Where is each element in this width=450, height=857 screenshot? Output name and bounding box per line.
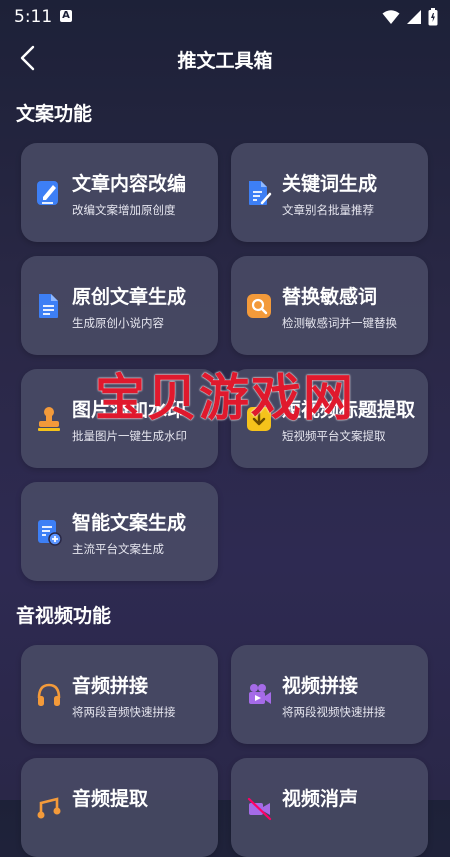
card-title: 音频拼接	[72, 675, 149, 697]
search-replace-icon	[245, 292, 273, 320]
status-time: 5:11	[14, 7, 53, 27]
card-original-article[interactable]: 原创文章生成 生成原创小说内容	[21, 256, 218, 355]
card-subtitle: 改编文案增加原创度	[72, 203, 176, 217]
card-article-rewrite[interactable]: 文章内容改编 改编文案增加原创度	[21, 143, 218, 242]
card-title: 关键词生成	[282, 173, 378, 195]
card-keyword-generate[interactable]: 关键词生成 文章别名批量推荐	[231, 143, 428, 242]
header: 推文工具箱	[0, 36, 450, 80]
card-title: 替换敏感词	[282, 286, 378, 308]
card-title: 原创文章生成	[72, 286, 187, 308]
article-doc-icon	[35, 292, 63, 320]
card-audio-merge[interactable]: 音频拼接 将两段音频快速拼接	[21, 645, 218, 744]
card-sensitive-replace[interactable]: 替换敏感词 检测敏感词并一键替换	[231, 256, 428, 355]
status-icons	[382, 7, 438, 27]
watermark-text: 宝贝游戏网	[95, 369, 355, 427]
card-title: 文章内容改编	[72, 173, 187, 195]
card-subtitle: 检测敏感词并一键替换	[282, 316, 397, 330]
card-subtitle: 短视频平台文案提取	[282, 429, 386, 443]
section-title-copywriting: 文案功能	[16, 103, 93, 125]
headphones-icon	[35, 681, 63, 709]
battery-icon	[428, 8, 438, 26]
card-audio-extract[interactable]: 音频提取	[21, 758, 218, 857]
audio-extract-icon	[35, 794, 63, 822]
card-subtitle: 将两段音频快速拼接	[72, 705, 176, 719]
card-title: 视频拼接	[282, 675, 359, 697]
card-smart-copy[interactable]: 智能文案生成 主流平台文案生成	[21, 482, 218, 581]
status-bar: 5:11 A	[0, 0, 450, 34]
card-title: 音频提取	[72, 788, 149, 810]
card-subtitle: 主流平台文案生成	[72, 542, 164, 556]
card-video-merge[interactable]: 视频拼接 将两段视频快速拼接	[231, 645, 428, 744]
section-title-audio-video: 音视频功能	[16, 605, 112, 627]
keyword-doc-icon	[245, 179, 273, 207]
card-subtitle: 批量图片一键生成水印	[72, 429, 187, 443]
video-camera-icon	[245, 681, 273, 709]
card-subtitle: 文章别名批量推荐	[282, 203, 374, 217]
card-subtitle: 将两段视频快速拼接	[282, 705, 386, 719]
video-mute-icon	[245, 794, 273, 822]
page-title: 推文工具箱	[177, 50, 273, 72]
card-video-mute[interactable]: 视频消声	[231, 758, 428, 857]
status-a-badge: A	[60, 10, 72, 22]
wifi-icon	[382, 10, 400, 24]
signal-icon	[407, 10, 421, 24]
card-title: 视频消声	[282, 788, 359, 810]
card-title: 智能文案生成	[72, 512, 187, 534]
card-subtitle: 生成原创小说内容	[72, 316, 164, 330]
smart-doc-icon	[35, 518, 63, 546]
edit-doc-icon	[35, 179, 63, 207]
